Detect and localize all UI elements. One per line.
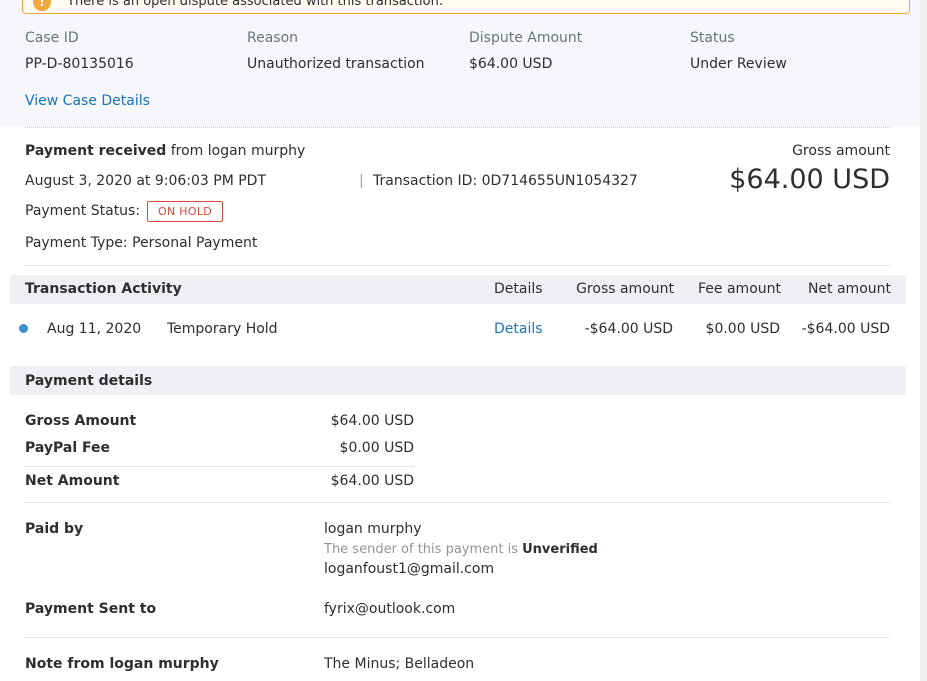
- payment-sent-to-email: fyrix@outlook.com: [324, 601, 456, 617]
- note-label: Note from logan murphy: [25, 656, 219, 672]
- gross-amount-value: $64.00 USD: [729, 164, 890, 195]
- payment-date: August 3, 2020 at 9:06:03 PM PDT: [25, 173, 267, 189]
- transaction-activity-header: Transaction Activity Details Gross amoun…: [10, 275, 906, 304]
- dispute-alert-text: There is an open dispute associated with…: [67, 0, 443, 9]
- column-details: Details: [494, 281, 543, 297]
- view-case-details-link[interactable]: View Case Details: [25, 93, 150, 109]
- payment-received-from: from logan murphy: [166, 143, 306, 159]
- paid-by-name: logan murphy: [324, 521, 422, 537]
- dispute-amount-label: Dispute Amount: [469, 30, 583, 46]
- activity-gross-amount: -$64.00 USD: [584, 321, 673, 337]
- payment-type: Payment Type: Personal Payment: [25, 235, 258, 251]
- payment-received-label: Payment received: [25, 143, 167, 159]
- divider: [25, 637, 890, 638]
- note-value: The Minus; Belladeon: [324, 656, 475, 672]
- transaction-id: Transaction ID: 0D714655UN1054327: [373, 173, 638, 189]
- divider: [25, 127, 890, 128]
- sender-note-text: The sender of this payment is: [324, 542, 523, 557]
- transaction-activity-title: Transaction Activity: [25, 281, 182, 297]
- case-id-value: PP-D-80135016: [25, 56, 134, 72]
- transaction-separator: |: [359, 173, 364, 189]
- activity-date: Aug 11, 2020: [47, 321, 142, 337]
- reason-label: Reason: [247, 30, 299, 46]
- payment-received-line: Payment received from logan murphy: [25, 143, 305, 159]
- paypal-fee-label: PayPal Fee: [25, 440, 111, 456]
- case-id-label: Case ID: [25, 30, 79, 46]
- status-dot-icon: [19, 324, 28, 333]
- status-badge: ON HOLD: [147, 201, 224, 222]
- activity-net-amount: -$64.00 USD: [801, 321, 890, 337]
- status-label: Status: [690, 30, 735, 46]
- gross-amount-row-label: Gross Amount: [25, 413, 137, 429]
- paid-by-email: loganfoust1@gmail.com: [324, 561, 495, 577]
- warning-icon: !: [33, 0, 51, 11]
- sender-verification-status: Unverified: [522, 542, 598, 557]
- column-net-amount: Net amount: [807, 281, 891, 297]
- net-amount-value: $64.00 USD: [330, 473, 414, 489]
- divider: [25, 502, 890, 503]
- activity-fee-amount: $0.00 USD: [705, 321, 780, 337]
- activity-details-link[interactable]: Details: [494, 321, 543, 337]
- dispute-amount-value: $64.00 USD: [469, 56, 553, 72]
- activity-description: Temporary Hold: [167, 321, 278, 337]
- divider: [25, 265, 890, 266]
- net-amount-label: Net Amount: [25, 473, 120, 489]
- column-fee-amount: Fee amount: [698, 281, 781, 297]
- payment-details-header: Payment details: [10, 366, 906, 395]
- reason-value: Unauthorized transaction: [247, 56, 425, 72]
- column-gross-amount: Gross amount: [576, 281, 674, 297]
- status-value: Under Review: [690, 56, 787, 72]
- sender-verification-note: The sender of this payment is Unverified: [324, 542, 598, 557]
- dispute-summary-panel: ! There is an open dispute associated wi…: [0, 0, 920, 127]
- gross-amount-label: Gross amount: [792, 143, 890, 159]
- payment-details-title: Payment details: [25, 373, 153, 389]
- gross-amount-row-value: $64.00 USD: [330, 413, 414, 429]
- scrollbar[interactable]: [920, 0, 927, 681]
- paypal-fee-value: $0.00 USD: [339, 440, 414, 456]
- divider: [25, 466, 414, 467]
- payment-sent-to-label: Payment Sent to: [25, 601, 157, 617]
- dispute-alert: ! There is an open dispute associated wi…: [22, 0, 910, 14]
- paid-by-label: Paid by: [25, 521, 84, 537]
- payment-status-label: Payment Status:: [25, 203, 141, 219]
